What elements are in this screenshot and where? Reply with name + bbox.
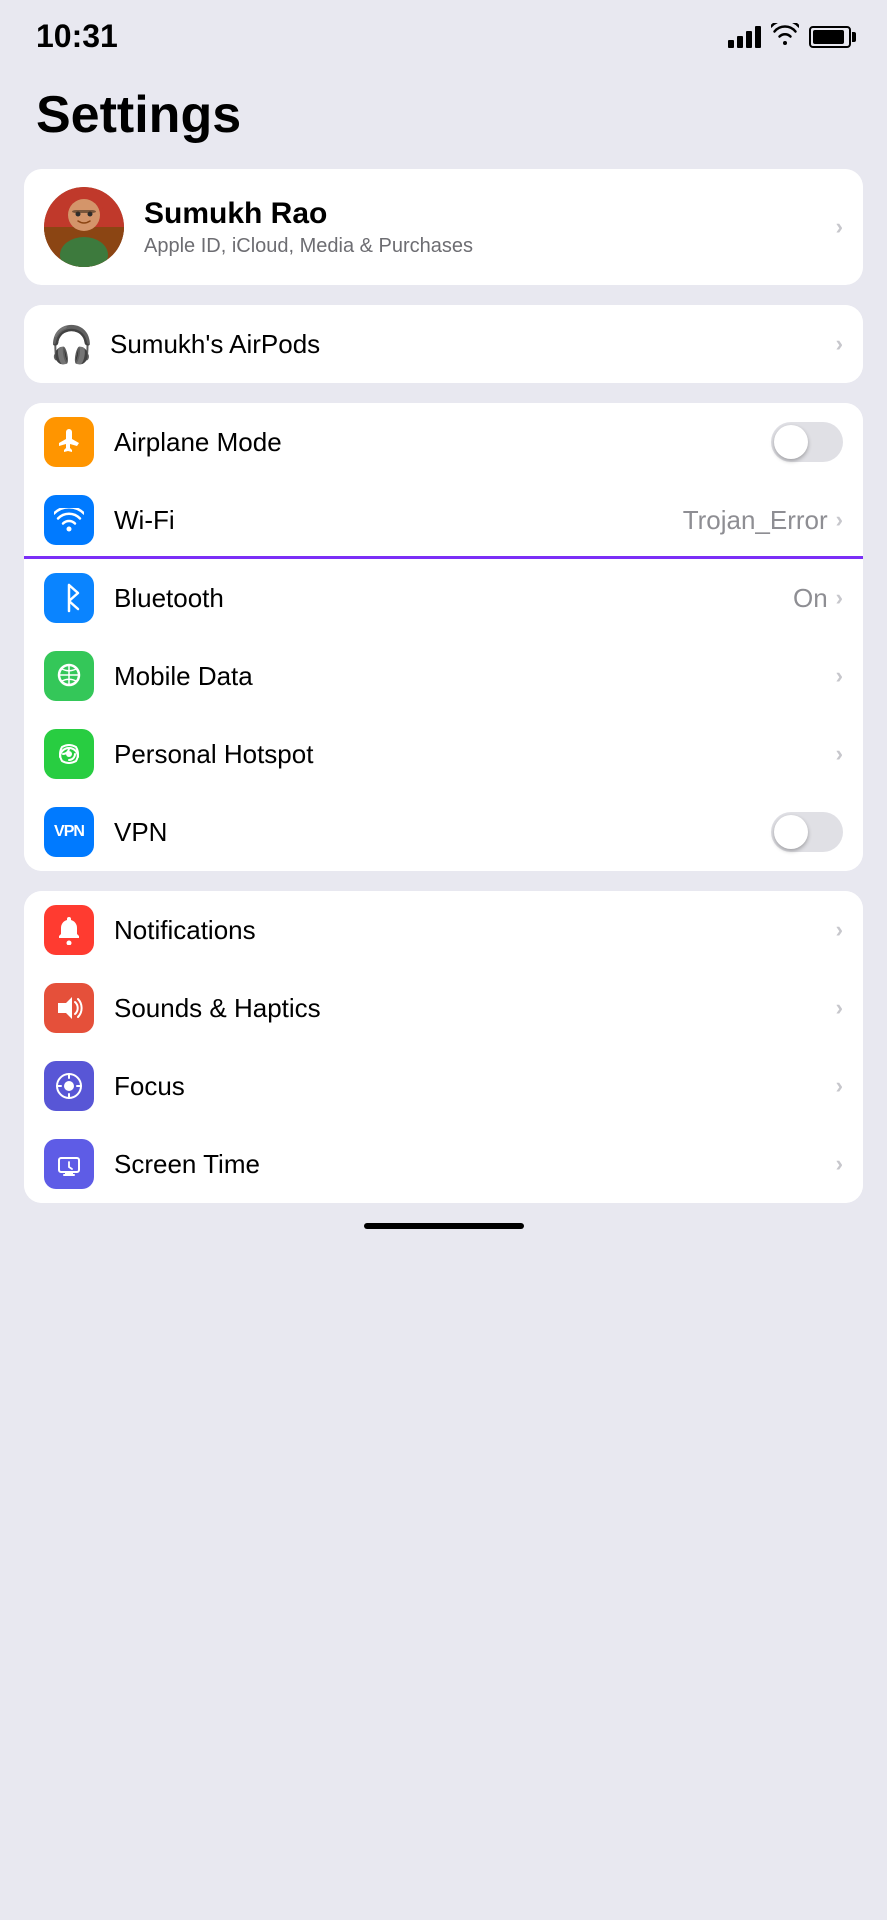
vpn-item[interactable]: VPN VPN: [24, 793, 863, 871]
status-icons: [728, 23, 851, 51]
notifications-item[interactable]: Notifications ›: [24, 891, 863, 969]
mobile-data-icon: [44, 651, 94, 701]
bluetooth-value: On: [793, 583, 828, 614]
focus-label: Focus: [114, 1071, 836, 1102]
status-bar: 10:31: [0, 0, 887, 65]
profile-name: Sumukh Rao: [144, 197, 836, 231]
mobile-data-item[interactable]: Mobile Data ›: [24, 637, 863, 715]
profile-item[interactable]: Sumukh Rao Apple ID, iCloud, Media & Pur…: [24, 169, 863, 285]
sounds-label: Sounds & Haptics: [114, 993, 836, 1024]
profile-chevron: ›: [836, 214, 843, 240]
airpods-section: 🎧 Sumukh's AirPods ›: [24, 305, 863, 383]
airpods-item[interactable]: 🎧 Sumukh's AirPods ›: [24, 305, 863, 383]
hotspot-label: Personal Hotspot: [114, 739, 836, 770]
airpods-icon: 🎧: [44, 319, 94, 369]
home-indicator: [364, 1223, 524, 1229]
hotspot-chevron: ›: [836, 741, 843, 767]
wifi-status-icon: [771, 23, 799, 51]
mobile-data-chevron: ›: [836, 663, 843, 689]
sounds-chevron: ›: [836, 995, 843, 1021]
focus-icon: [44, 1061, 94, 1111]
screen-time-label: Screen Time: [114, 1149, 836, 1180]
profile-subtitle: Apple ID, iCloud, Media & Purchases: [144, 235, 836, 258]
vpn-icon: VPN: [44, 807, 94, 857]
wifi-icon: [44, 495, 94, 545]
profile-text: Sumukh Rao Apple ID, iCloud, Media & Pur…: [144, 197, 836, 258]
sounds-item[interactable]: Sounds & Haptics ›: [24, 969, 863, 1047]
airpods-label: Sumukh's AirPods: [110, 329, 836, 360]
notifications-chevron: ›: [836, 917, 843, 943]
wifi-value: Trojan_Error: [683, 505, 828, 536]
focus-chevron: ›: [836, 1073, 843, 1099]
airplane-mode-label: Airplane Mode: [114, 427, 771, 458]
airplane-mode-icon: [44, 417, 94, 467]
battery-icon: [809, 26, 851, 48]
vpn-label: VPN: [114, 817, 771, 848]
page-title: Settings: [0, 65, 887, 169]
focus-item[interactable]: Focus ›: [24, 1047, 863, 1125]
profile-section: Sumukh Rao Apple ID, iCloud, Media & Pur…: [24, 169, 863, 285]
airplane-mode-toggle[interactable]: [771, 422, 843, 462]
general-section: Notifications › Sounds & Haptics › Focus…: [24, 891, 863, 1203]
bluetooth-label: Bluetooth: [114, 583, 793, 614]
personal-hotspot-item[interactable]: Personal Hotspot ›: [24, 715, 863, 793]
status-time: 10:31: [36, 18, 118, 55]
screen-time-icon: [44, 1139, 94, 1189]
hotspot-icon: [44, 729, 94, 779]
sounds-icon: [44, 983, 94, 1033]
mobile-data-label: Mobile Data: [114, 661, 836, 692]
wifi-chevron: ›: [836, 507, 843, 533]
avatar: [44, 187, 124, 267]
connectivity-section: Airplane Mode Wi-Fi Trojan_Error › Bluet…: [24, 403, 863, 871]
screen-time-item[interactable]: Screen Time ›: [24, 1125, 863, 1203]
bluetooth-chevron: ›: [836, 585, 843, 611]
bluetooth-icon: [44, 573, 94, 623]
notifications-icon: [44, 905, 94, 955]
vpn-toggle[interactable]: [771, 812, 843, 852]
svg-text:🎧: 🎧: [49, 324, 94, 365]
bluetooth-item[interactable]: Bluetooth On ›: [24, 559, 863, 637]
screen-time-chevron: ›: [836, 1151, 843, 1177]
wifi-label: Wi-Fi: [114, 505, 683, 536]
wifi-item[interactable]: Wi-Fi Trojan_Error ›: [24, 481, 863, 559]
notifications-label: Notifications: [114, 915, 836, 946]
airpods-chevron: ›: [836, 331, 843, 357]
airplane-mode-item[interactable]: Airplane Mode: [24, 403, 863, 481]
signal-icon: [728, 26, 761, 48]
